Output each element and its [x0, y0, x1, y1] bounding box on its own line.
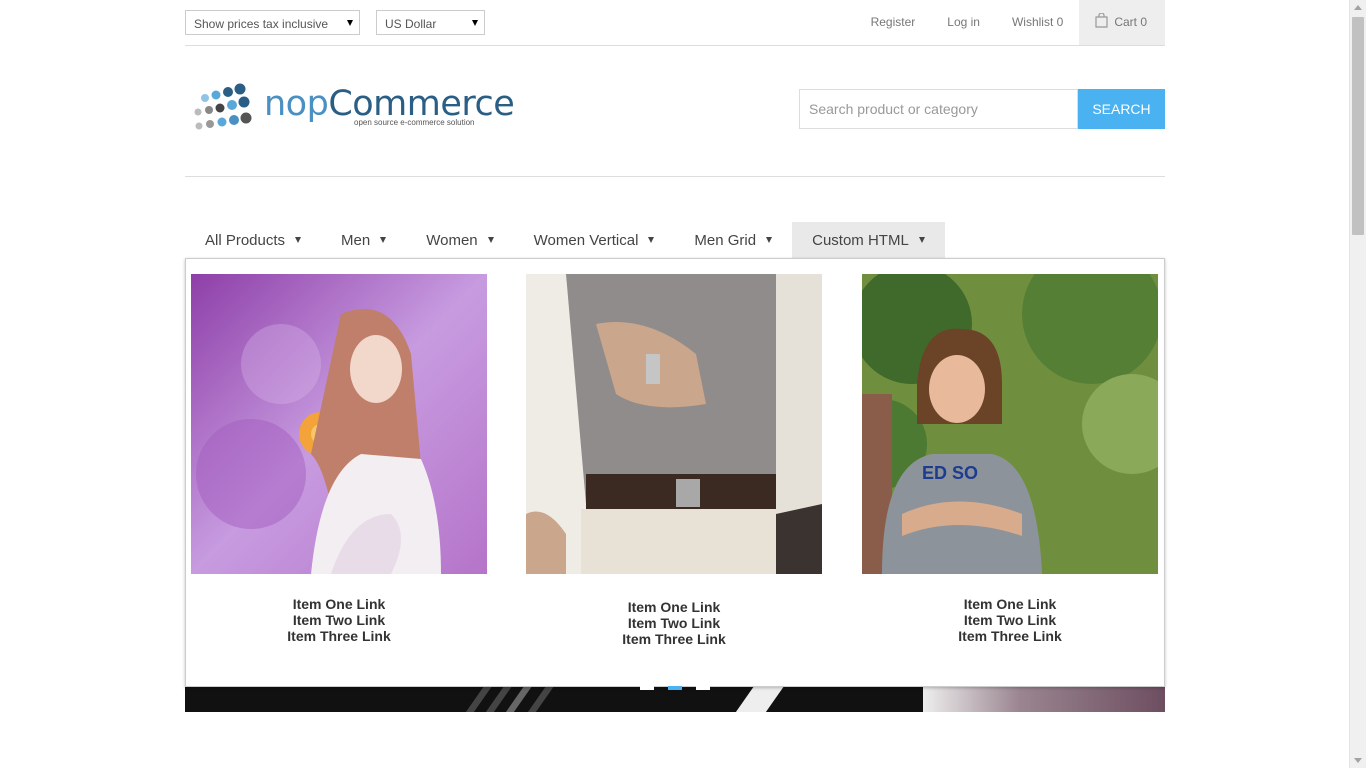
- chevron-down-icon: [347, 20, 353, 26]
- search-button[interactable]: Search: [1078, 89, 1165, 129]
- register-link[interactable]: Register: [855, 0, 932, 45]
- nav-item-women[interactable]: Women: [406, 222, 513, 258]
- scroll-down-icon[interactable]: [1354, 758, 1362, 763]
- header-top-bar: Show prices tax inclusive US Dollar Regi…: [185, 0, 1165, 46]
- nav-item-men-grid[interactable]: Men Grid: [674, 222, 792, 258]
- item-three-link[interactable]: Item Three Link: [526, 631, 822, 647]
- cart-link[interactable]: Cart 0: [1079, 0, 1165, 45]
- woman-photo[interactable]: [191, 274, 487, 574]
- item-three-link[interactable]: Item Three Link: [191, 628, 487, 644]
- slider-stripe: [735, 686, 785, 712]
- scroll-up-icon[interactable]: [1354, 5, 1362, 10]
- caret-down-icon: [766, 237, 773, 243]
- search-input[interactable]: [799, 89, 1078, 129]
- caret-down-icon: [380, 237, 387, 243]
- dropdown-column: ED SO Item One Link Item Two Link Item T…: [837, 244, 1182, 644]
- cart-label: Cart 0: [1114, 15, 1147, 29]
- nav-item-label: Men Grid: [694, 232, 757, 249]
- logo-text-part1: nop: [264, 84, 329, 124]
- header-links: Register Log in Wishlist 0 Cart 0: [855, 0, 1165, 45]
- scrollbar-thumb[interactable]: [1352, 17, 1364, 235]
- slider-stripe: [505, 686, 533, 712]
- logo-tagline: open source e-commerce solution: [354, 118, 475, 127]
- item-one-link[interactable]: Item One Link: [526, 599, 822, 615]
- man-watch-photo[interactable]: [526, 274, 822, 574]
- caret-down-icon: [648, 237, 655, 243]
- search-box: Search: [799, 89, 1165, 129]
- nav-item-label: Men: [341, 232, 371, 249]
- item-two-link[interactable]: Item Two Link: [526, 615, 822, 631]
- caret-down-icon: [487, 237, 494, 243]
- nav-item-label: Women: [426, 232, 478, 249]
- store-logo[interactable]: nopCommerce open source e-commerce solut…: [190, 82, 515, 132]
- slider-image-right: [923, 686, 1165, 712]
- item-two-link[interactable]: Item Two Link: [862, 612, 1158, 628]
- wishlist-link[interactable]: Wishlist 0: [996, 0, 1079, 45]
- custom-html-dropdown: Item One Link Item Two Link Item Three L…: [185, 244, 1182, 687]
- slider-dot[interactable]: [696, 686, 710, 690]
- tax-display-select[interactable]: Show prices tax inclusive: [185, 10, 360, 35]
- item-two-link[interactable]: Item Two Link: [191, 612, 487, 628]
- slider-stripe: [527, 686, 555, 712]
- login-link[interactable]: Log in: [931, 0, 996, 45]
- caret-down-icon: [295, 237, 302, 243]
- currency-value: US Dollar: [385, 17, 437, 31]
- header-divider: [185, 176, 1165, 177]
- item-one-link[interactable]: Item One Link: [191, 596, 487, 612]
- dropdown-column: Item One Link Item Two Link Item Three L…: [526, 274, 822, 647]
- slider-pager: [640, 686, 710, 690]
- nav-item-custom-html[interactable]: Custom HTML: [792, 222, 945, 258]
- tax-display-value: Show prices tax inclusive: [194, 17, 329, 31]
- chevron-down-icon: [472, 20, 478, 26]
- nav-item-label: Women Vertical: [533, 232, 639, 249]
- item-three-link[interactable]: Item Three Link: [862, 628, 1158, 644]
- slider-dot-active[interactable]: [668, 686, 682, 690]
- item-one-link[interactable]: Item One Link: [862, 596, 1158, 612]
- nav-item-label: Custom HTML: [812, 232, 909, 249]
- nav-item-all-products[interactable]: All Products: [185, 222, 321, 258]
- boy-photo[interactable]: ED SO: [837, 244, 1182, 574]
- svg-text:ED SO: ED SO: [922, 463, 978, 483]
- dropdown-column: Item One Link Item Two Link Item Three L…: [191, 274, 487, 644]
- nav-item-label: All Products: [205, 232, 286, 249]
- shopping-bag-icon: [1095, 13, 1108, 28]
- caret-down-icon: [918, 237, 925, 243]
- nav-item-men[interactable]: Men: [321, 222, 406, 258]
- dropdown-links: Item One Link Item Two Link Item Three L…: [526, 599, 822, 647]
- nav-item-women-vertical[interactable]: Women Vertical: [514, 222, 675, 258]
- dropdown-links: Item One Link Item Two Link Item Three L…: [862, 596, 1158, 644]
- slider-dot[interactable]: [640, 686, 654, 690]
- dropdown-links: Item One Link Item Two Link Item Three L…: [191, 596, 487, 644]
- main-menu: All Products Men Women Women Vertical Me…: [185, 222, 945, 258]
- currency-select[interactable]: US Dollar: [376, 10, 485, 35]
- page-scrollbar[interactable]: [1349, 0, 1366, 768]
- logo-dots-icon: [194, 83, 252, 130]
